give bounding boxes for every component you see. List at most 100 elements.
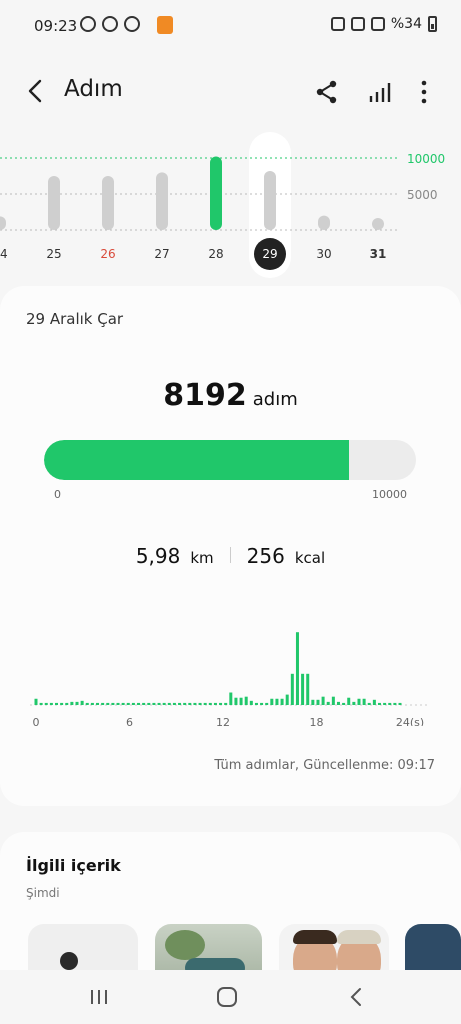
hourly-bar: [162, 702, 166, 705]
hourly-bar: [90, 702, 94, 705]
hourly-bar: [44, 702, 48, 705]
app-bar: Adım: [0, 66, 461, 116]
hourly-bar: [178, 702, 182, 705]
daily-summary-card: 29 Aralık Çar 8192 adım 0 10000 5,98 km 2…: [0, 286, 461, 806]
week-bar-29: [264, 171, 276, 230]
signal-icon: [370, 17, 385, 31]
hourly-bar: [249, 700, 253, 705]
hourly-bar: [377, 702, 381, 705]
battery-percent: %34: [390, 16, 422, 32]
steps-unit: adım: [252, 389, 298, 410]
hourly-bar: [131, 702, 135, 705]
progress-max-label: 10000: [372, 488, 407, 501]
hourly-bar: [193, 702, 197, 705]
hourly-bar: [244, 696, 248, 705]
distance-unit: km: [190, 549, 214, 567]
hourly-bar: [331, 696, 335, 705]
calories-value: 256: [246, 544, 285, 568]
hourly-tick-label: 12: [216, 716, 230, 726]
hourly-bar: [121, 702, 125, 705]
shazam-icon: [124, 16, 140, 32]
share-icon[interactable]: [313, 78, 341, 106]
system-nav-bar: [0, 970, 461, 1024]
battery-icon: [428, 16, 437, 32]
hourly-bar: [183, 702, 187, 705]
week-bar-26: [102, 176, 114, 230]
hourly-bar: [347, 697, 351, 705]
hourly-bar: [383, 702, 387, 705]
hourly-bar: [224, 702, 228, 705]
week-bar-27: [156, 172, 168, 230]
hourly-bar: [362, 698, 366, 705]
date-label: 29 Aralık Çar: [26, 310, 124, 328]
hourly-bar: [229, 692, 233, 705]
hourly-bar: [326, 701, 330, 705]
hourly-bar: [208, 702, 212, 705]
hourly-bar: [295, 632, 299, 705]
hourly-bar: [49, 702, 53, 705]
recents-icon[interactable]: [88, 988, 110, 1006]
hourly-bar: [75, 701, 79, 705]
goal-label: 10000: [407, 152, 445, 166]
back-icon[interactable]: [22, 76, 50, 106]
hourly-bar: [60, 702, 64, 705]
hourly-bar: [290, 673, 294, 705]
week-day-label: 27: [154, 247, 169, 261]
hourly-bar: [167, 702, 171, 705]
hourly-bar: [152, 702, 156, 705]
hourly-bar: [213, 702, 217, 705]
more-options-icon[interactable]: [412, 78, 436, 106]
hourly-bar: [316, 699, 320, 705]
alarm-icon: [330, 17, 345, 31]
wifi-icon: [350, 17, 365, 31]
week-bar-31: [372, 218, 384, 230]
hourly-bar: [203, 702, 207, 705]
whatsapp-icon: [80, 16, 96, 32]
hourly-tick-label: 0: [33, 716, 40, 726]
hourly-bar: [142, 702, 146, 705]
hourly-bar: [342, 702, 346, 705]
hourly-bar: [147, 702, 151, 705]
home-icon[interactable]: [216, 986, 238, 1008]
hourly-bar: [393, 702, 397, 705]
hourly-bar: [367, 702, 371, 705]
progress-min-label: 0: [54, 488, 61, 501]
goal-progress-fill: [44, 440, 349, 480]
weekly-steps-chart[interactable]: 10000 5000 24 25 26 27 28 29 30 31: [0, 128, 461, 278]
hourly-bar: [111, 702, 115, 705]
hourly-bar: [65, 702, 69, 705]
hourly-bar: [198, 702, 202, 705]
hourly-bar: [96, 702, 100, 705]
hourly-tick-label: 6: [126, 716, 133, 726]
hourly-bar: [70, 701, 74, 705]
mid-label: 5000: [407, 188, 438, 202]
hourly-bar: [372, 699, 376, 705]
hourly-bar: [388, 702, 392, 705]
week-bar-24: [0, 216, 6, 230]
hourly-bar: [311, 699, 315, 705]
hourly-bar: [188, 702, 192, 705]
trends-icon[interactable]: [366, 78, 394, 106]
hourly-bar: [270, 698, 274, 705]
week-day-label: 26: [100, 247, 115, 261]
hourly-bar: [219, 702, 223, 705]
hourly-tick-label: 24(s): [396, 716, 424, 726]
bixby-icon: [102, 16, 118, 32]
week-bar-30: [318, 215, 330, 230]
hourly-bar: [285, 694, 289, 705]
status-bar: 09:23 %34: [0, 0, 461, 54]
hourly-bar: [265, 702, 269, 705]
nav-back-icon[interactable]: [348, 986, 364, 1008]
hourly-bar: [352, 701, 356, 705]
status-time: 09:23: [34, 17, 78, 35]
hourly-bar: [34, 698, 38, 705]
hourly-bar: [234, 697, 238, 705]
goal-progress-bar: [44, 440, 416, 480]
hourly-bar: [357, 698, 361, 705]
hourly-bar: [80, 700, 84, 705]
hourly-bar: [101, 702, 105, 705]
related-title: İlgili içerik: [26, 856, 121, 875]
hourly-steps-chart: 0 6 12 18 24(s): [30, 632, 430, 726]
week-bar-25: [48, 176, 60, 230]
hourly-bar: [55, 702, 59, 705]
